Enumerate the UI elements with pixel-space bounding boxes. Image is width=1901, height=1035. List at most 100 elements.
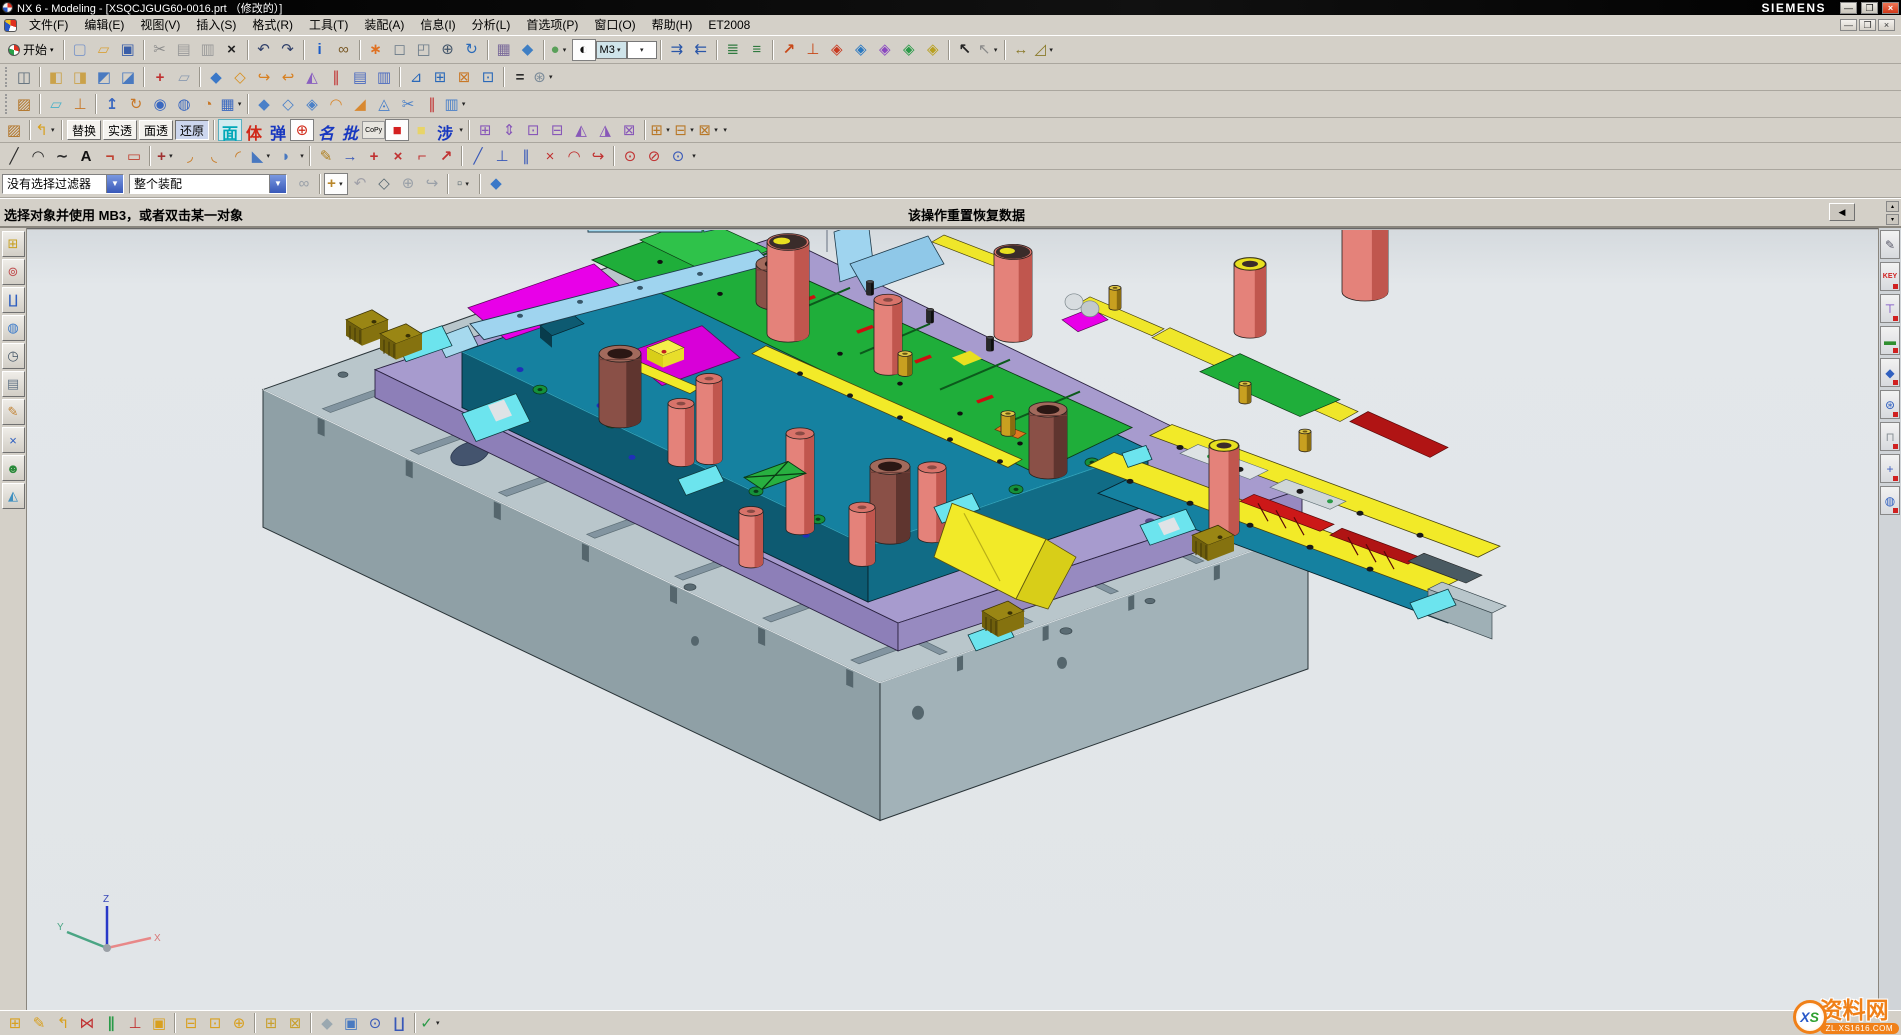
mirror-body[interactable]: ◭ (300, 66, 324, 88)
text[interactable]: A (74, 145, 98, 167)
render-style[interactable]: ◐ (572, 39, 596, 61)
doc-minimize-button[interactable]: — (1840, 19, 1857, 31)
datum-plane-grid[interactable]: ▱ (172, 66, 196, 88)
show-and-hide[interactable]: ⇉ (665, 39, 689, 61)
bend-right[interactable]: ↪ (252, 66, 276, 88)
create-new-component[interactable]: ✎ (27, 1013, 51, 1034)
layer-settings[interactable]: ≣ (721, 39, 745, 61)
sew-sheets[interactable]: ∥ (324, 66, 348, 88)
cut[interactable]: ✂ (148, 39, 172, 61)
selection-filter-combo[interactable]: 没有选择过滤器 ▼ (2, 174, 124, 194)
bend-left[interactable]: ↩ (276, 66, 300, 88)
dropdown-arrow-icon[interactable]: ▾ (434, 1019, 442, 1027)
resource-tab-roles[interactable]: ☻ (2, 455, 25, 481)
orient-csys[interactable]: ↗ (777, 39, 801, 61)
fit-view[interactable]: ◻ (388, 39, 412, 61)
move-component[interactable]: ⊞ (473, 119, 497, 141)
pad[interactable]: ▦▾ (220, 93, 244, 115)
dropdown-arrow-icon[interactable]: ▾ (337, 180, 345, 188)
split-screen[interactable]: ◫ (12, 66, 36, 88)
restore-button[interactable]: ❒ (1861, 2, 1878, 14)
yellow-cube[interactable]: ■ (409, 119, 433, 141)
edge-blend[interactable]: ◠ (324, 93, 348, 115)
dropdown-arrow-icon[interactable]: ▾ (49, 126, 57, 134)
view-front[interactable]: ◪ (116, 66, 140, 88)
trim-body[interactable]: ✂ (396, 93, 420, 115)
btn-face-translucent[interactable]: 面透 (139, 120, 173, 140)
resource-tab-system-materials[interactable]: ▤ (2, 371, 25, 397)
menu-item-11[interactable]: 窗口(O) (586, 16, 643, 35)
mirror-assembly[interactable]: ⋈ (75, 1013, 99, 1034)
btn-spring[interactable]: 弹 (266, 119, 290, 141)
undo[interactable]: ↶ (252, 39, 276, 61)
snap-point[interactable]: + (148, 66, 172, 88)
arrangements[interactable]: ⊞ (259, 1013, 283, 1034)
verify-assembly[interactable]: ✓▾ (419, 1013, 443, 1034)
datum-plane[interactable]: ▱ (44, 93, 68, 115)
fillet-2[interactable]: ◟ (202, 145, 226, 167)
paste[interactable]: ▥ (196, 39, 220, 61)
datum-csys[interactable]: ⊥ (68, 93, 92, 115)
dimension-component[interactable]: ⊠▾ (697, 119, 721, 141)
dropdown-arrow-icon[interactable]: ▾ (460, 100, 468, 108)
component-info[interactable]: ⊙ (363, 1013, 387, 1034)
open[interactable]: ▱ (92, 39, 116, 61)
menu-item-8[interactable]: 信息(I) (412, 16, 463, 35)
sheet-list-2[interactable]: ▥ (372, 66, 396, 88)
datum-set-green[interactable]: ◈ (897, 39, 921, 61)
top-clamp-bar[interactable] (588, 230, 702, 232)
sketch-in-task[interactable]: ▨ (2, 119, 26, 141)
menu-item-5[interactable]: 格式(R) (244, 16, 301, 35)
dropdown-arrow-icon[interactable]: ▾ (463, 180, 471, 188)
edit-suppression[interactable]: ⊡ (203, 1013, 227, 1034)
dropdown-arrow-icon[interactable]: ▾ (457, 126, 465, 134)
curve-node[interactable]: ◠ (562, 145, 586, 167)
information[interactable]: i (308, 39, 332, 61)
wireframe-select[interactable]: ◇ (372, 173, 396, 195)
zoom-box[interactable]: ◰ (412, 39, 436, 61)
copy-component[interactable]: ⊞▾ (649, 119, 673, 141)
extract-body[interactable]: ⊞ (428, 66, 452, 88)
update-display[interactable]: ▦ (492, 39, 516, 61)
rotate-view[interactable]: ↻ (460, 39, 484, 61)
fillet-3[interactable]: ◜ (226, 145, 250, 167)
palette-item-part-round[interactable]: ◍ (1880, 486, 1900, 515)
resource-tab-user-tools[interactable]: × (2, 427, 25, 453)
delete[interactable]: × (220, 39, 244, 61)
extend-curve[interactable]: ↗ (434, 145, 458, 167)
dropdown-arrow-icon[interactable]: ▾ (664, 126, 672, 134)
chevron-down-icon[interactable]: ▼ (269, 175, 286, 193)
view-trimetric[interactable]: ◧ (44, 66, 68, 88)
wave-link[interactable]: ⊿ (404, 66, 428, 88)
dropdown-arrow-icon[interactable]: ▾ (638, 46, 646, 54)
expressions[interactable]: = (508, 66, 532, 88)
toolbar-grip[interactable] (5, 67, 9, 87)
rotate-select[interactable]: ⊕ (396, 173, 420, 195)
remember-constraints[interactable]: ▣ (147, 1013, 171, 1034)
extrude[interactable]: ↥ (100, 93, 124, 115)
component-cylinder[interactable]: ◮ (593, 119, 617, 141)
resource-tab-constraint-navigator[interactable]: ⊚ (2, 259, 25, 285)
rectangle[interactable]: ▭ (122, 145, 146, 167)
new[interactable]: ▢ (68, 39, 92, 61)
resource-tab-visualization[interactable]: ✎ (2, 399, 25, 425)
sheet-list[interactable]: ▤ (348, 66, 372, 88)
doc-close-button[interactable]: × (1878, 19, 1895, 31)
assembly-constraints[interactable]: ∥ (99, 1013, 123, 1034)
layer-in-view[interactable]: ≡ (745, 39, 769, 61)
wcs-display[interactable]: ◈ (825, 39, 849, 61)
resource-tab-history[interactable]: ◷ (2, 343, 25, 369)
gem-blue[interactable]: ◆ (204, 66, 228, 88)
refresh-view[interactable]: ∗ (364, 39, 388, 61)
exploded-views[interactable]: ⊟ (179, 1013, 203, 1034)
save[interactable]: ▣ (116, 39, 140, 61)
prompt-mini-down-button[interactable]: ▾ (1886, 214, 1899, 225)
toolbar-grip[interactable] (5, 94, 9, 114)
intersect[interactable]: ◈ (300, 93, 324, 115)
doc-restore-button[interactable]: ❒ (1859, 19, 1876, 31)
resource-tab-assembly-navigator[interactable]: ⊞ (2, 231, 25, 257)
redo[interactable]: ↷ (276, 39, 300, 61)
prompt-mini-up-button[interactable]: ▴ (1886, 201, 1899, 212)
select-scope[interactable]: ↖▾ (977, 39, 1001, 61)
dynamic-csys[interactable]: ⊥ (801, 39, 825, 61)
